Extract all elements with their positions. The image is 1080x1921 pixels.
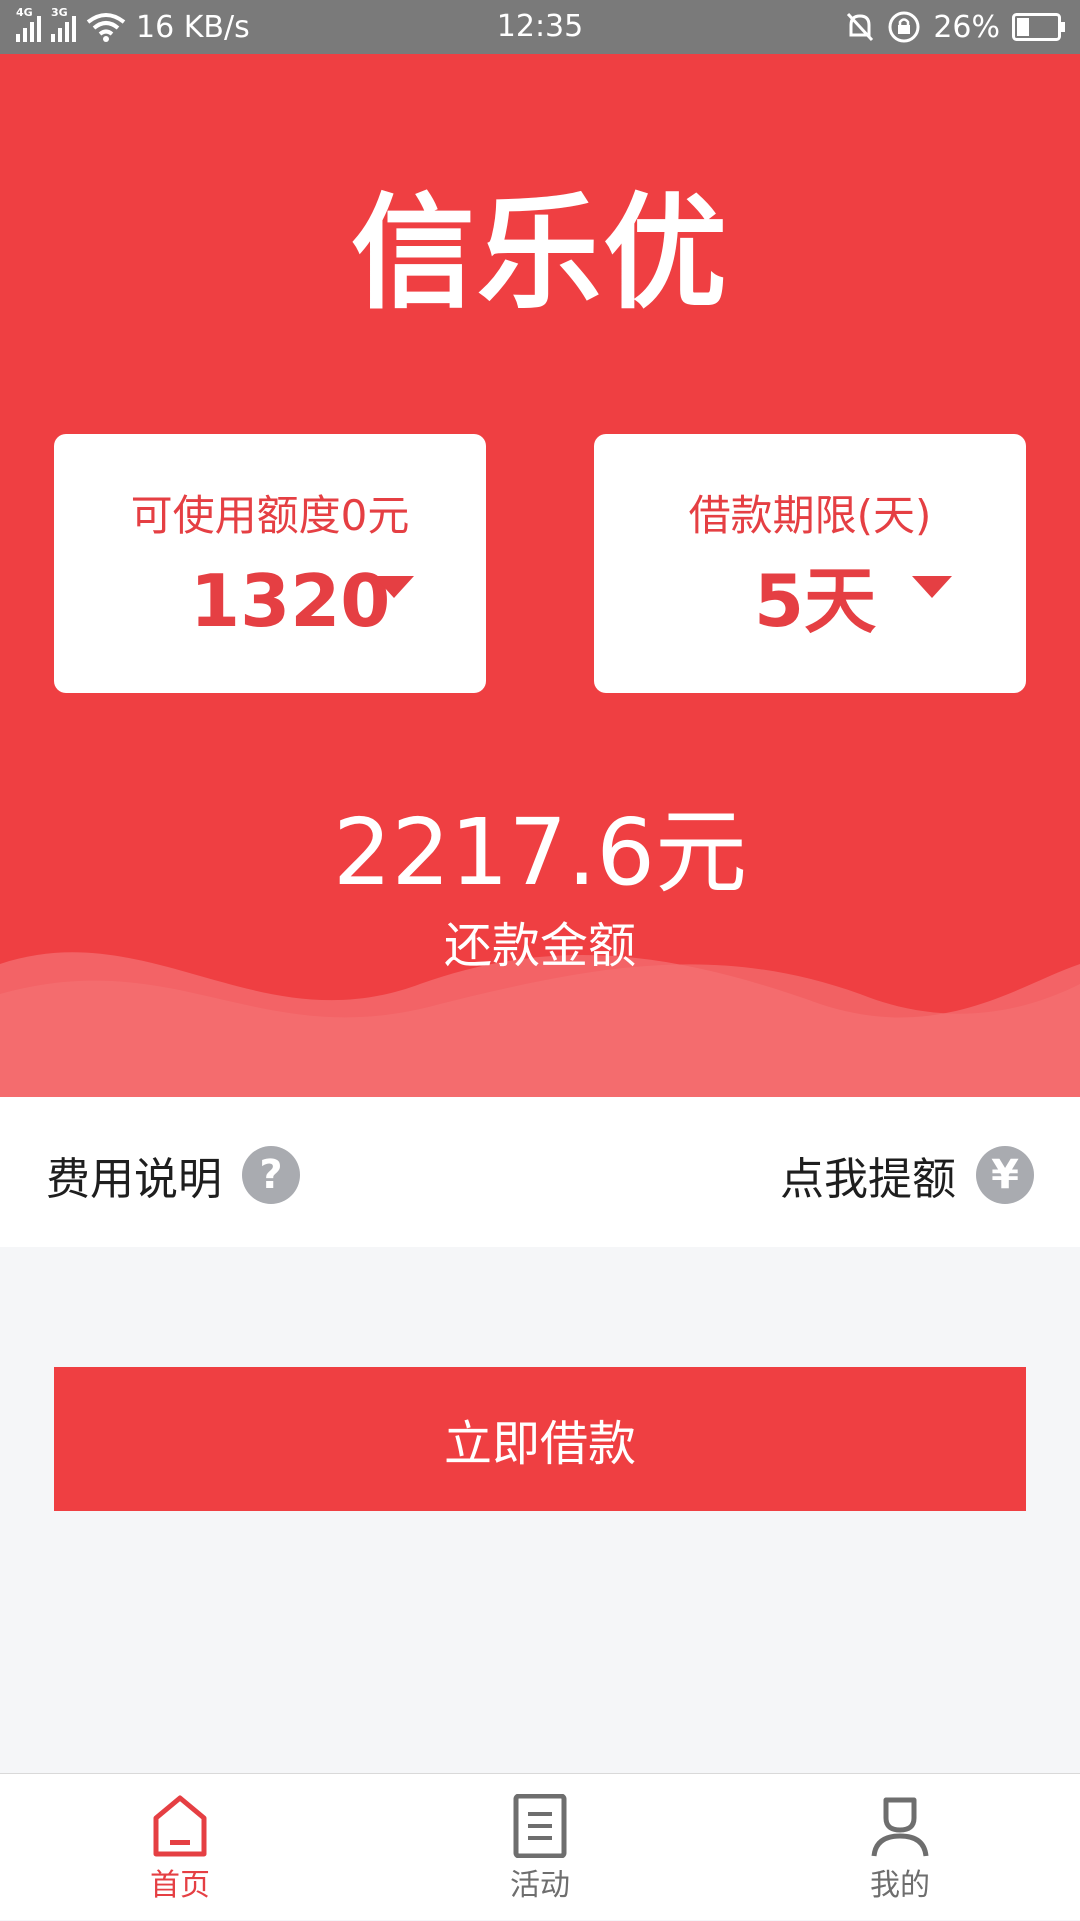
hero-panel: 信乐优 可使用额度0元 1320 借款期限(天) 5天 2217.6元 还款金额 bbox=[0, 54, 1080, 1097]
rotation-lock-icon bbox=[888, 11, 920, 43]
tab-activity[interactable]: 活动 bbox=[440, 1774, 640, 1921]
tab-mine-label: 我的 bbox=[870, 1868, 930, 1903]
repayment-label: 还款金额 bbox=[443, 918, 636, 974]
credit-amount-title: 可使用额度0元 bbox=[130, 491, 410, 540]
tab-activity-label: 活动 bbox=[510, 1868, 570, 1903]
loan-term-selector[interactable]: 借款期限(天) 5天 bbox=[594, 434, 1026, 693]
loan-term-value: 5天 bbox=[754, 559, 877, 643]
battery-percent: 26% bbox=[933, 9, 1000, 45]
info-row: 费用说明 ? 点我提额 ¥ bbox=[0, 1097, 1080, 1247]
credit-amount-selector[interactable]: 可使用额度0元 1320 bbox=[54, 434, 486, 693]
status-bar: 4G 3G 16 KB/s 12:35 26% bbox=[0, 0, 1080, 54]
document-icon bbox=[513, 1794, 567, 1858]
bottom-tab-bar: 首页 活动 我的 bbox=[0, 1773, 1080, 1920]
credit-amount-value: 1320 bbox=[190, 559, 391, 643]
raise-limit-label: 点我提额 bbox=[780, 1154, 956, 1205]
borrow-now-button[interactable]: 立即借款 bbox=[54, 1367, 1026, 1511]
tab-home[interactable]: 首页 bbox=[80, 1774, 280, 1921]
home-icon bbox=[153, 1795, 207, 1857]
yuan-icon: ¥ bbox=[976, 1146, 1034, 1204]
bell-muted-icon bbox=[847, 12, 874, 42]
brand-title: 信乐优 bbox=[350, 182, 729, 326]
tab-home-label: 首页 bbox=[150, 1868, 210, 1903]
raise-limit-link[interactable]: 点我提额 ¥ bbox=[780, 1143, 1034, 1207]
fee-explanation-label: 费用说明 bbox=[46, 1154, 222, 1205]
fee-explanation-link[interactable]: 费用说明 ? bbox=[46, 1143, 300, 1207]
dropdown-arrow-icon bbox=[374, 576, 414, 598]
question-icon: ? bbox=[242, 1146, 300, 1204]
status-right: 26% bbox=[845, 8, 1066, 46]
battery-icon bbox=[1012, 13, 1065, 41]
user-icon bbox=[871, 1797, 929, 1857]
tab-mine[interactable]: 我的 bbox=[800, 1774, 1000, 1921]
dropdown-arrow-icon bbox=[912, 576, 952, 598]
loan-term-title: 借款期限(天) bbox=[688, 491, 932, 540]
repayment-amount: 2217.6元 bbox=[333, 799, 747, 906]
